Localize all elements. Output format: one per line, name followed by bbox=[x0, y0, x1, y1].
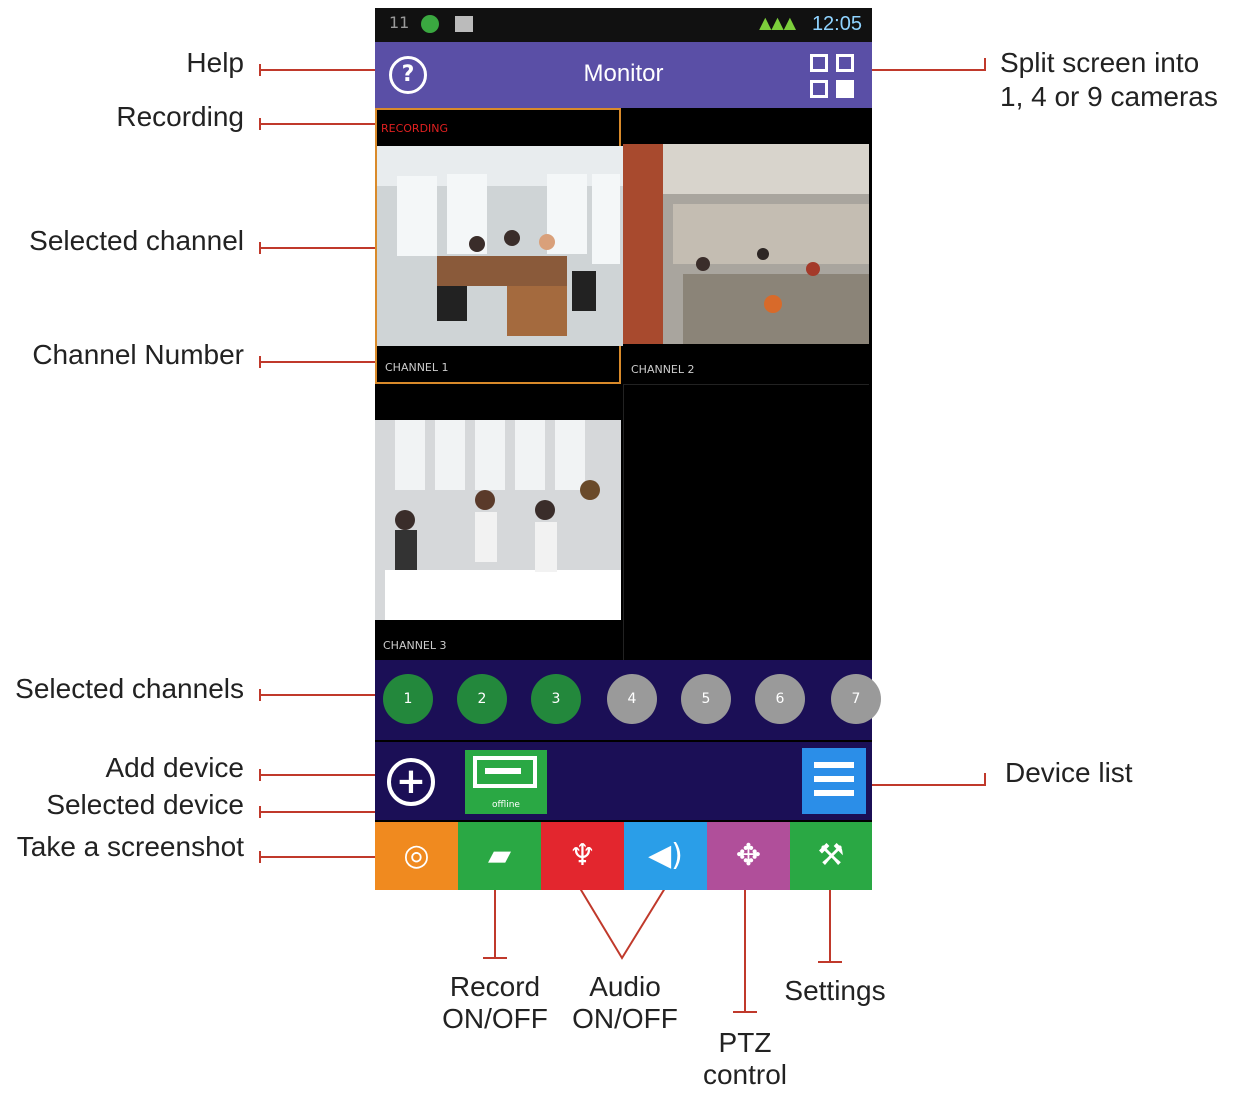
annotation-ptz-line1: PTZ bbox=[718, 1027, 772, 1058]
microphone-icon: ♆ bbox=[569, 838, 596, 873]
annotation-recording: Recording bbox=[116, 101, 244, 132]
channel-cell-2[interactable]: CHANNEL 2 bbox=[623, 108, 869, 384]
annotation-split-screen-line2: 1, 4 or 9 cameras bbox=[1000, 81, 1218, 112]
status-image-icon bbox=[455, 16, 473, 32]
annotation-selected-channels: Selected channels bbox=[15, 673, 244, 704]
device-list-button[interactable] bbox=[802, 748, 866, 814]
speaker-icon: ◀) bbox=[648, 838, 683, 873]
annotation-record-line1: Record bbox=[449, 971, 541, 1002]
microphone-toggle-button[interactable]: ♆ bbox=[541, 822, 624, 890]
cctv-icon: ▰ bbox=[487, 838, 512, 873]
annotation-split-screen-line1: Split screen into bbox=[1000, 47, 1200, 78]
camera-feed-image bbox=[623, 144, 869, 344]
channel-number-label: CHANNEL 3 bbox=[383, 639, 447, 652]
annotation-record-line2: ON/OFF bbox=[442, 1003, 548, 1034]
screenshot-button[interactable]: ◎ bbox=[375, 822, 458, 890]
annotation-take-screenshot: Take a screenshot bbox=[16, 831, 244, 862]
selected-device[interactable]: offline bbox=[465, 750, 547, 814]
record-toggle-button[interactable]: ▰ bbox=[458, 822, 541, 890]
grid-icon-cell bbox=[836, 80, 854, 98]
app-bar: ? Monitor bbox=[375, 42, 872, 108]
channel-button-4[interactable]: 4 bbox=[607, 674, 657, 724]
channel-number-label: CHANNEL 1 bbox=[385, 361, 449, 374]
channel-button-7[interactable]: 7 bbox=[831, 674, 881, 724]
settings-button[interactable]: ⚒ bbox=[790, 822, 872, 890]
camera-grid: RECORDING CHANNEL 1 CHANNEL 2 CHANNEL 3 bbox=[375, 108, 872, 660]
camera-feed-image bbox=[375, 420, 621, 620]
status-app-icon bbox=[421, 15, 439, 33]
status-time: 12:05 bbox=[811, 13, 862, 35]
speaker-toggle-button[interactable]: ◀) bbox=[624, 822, 707, 890]
annotation-selected-device: Selected device bbox=[46, 789, 244, 820]
annotation-audio-line1: Audio bbox=[589, 971, 661, 1002]
list-icon-line bbox=[814, 762, 854, 768]
annotation-audio-line2: ON/OFF bbox=[572, 1003, 678, 1034]
channel-button-1[interactable]: 1 bbox=[383, 674, 433, 724]
channel-button-5[interactable]: 5 bbox=[681, 674, 731, 724]
channel-number-label: CHANNEL 2 bbox=[631, 363, 695, 376]
channel-cell-1[interactable]: RECORDING CHANNEL 1 bbox=[375, 108, 623, 384]
list-icon-line bbox=[814, 776, 854, 782]
device-status: offline bbox=[492, 800, 520, 810]
channel-button-3[interactable]: 3 bbox=[531, 674, 581, 724]
channel-cell-3[interactable]: CHANNEL 3 bbox=[375, 384, 621, 660]
ptz-control-button[interactable]: ✥ bbox=[707, 822, 790, 890]
toolbox-icon: ⚒ bbox=[817, 838, 845, 873]
phone-screen: 11 ▲▲▲ 12:05 ? Monitor RECORDING CHANNEL… bbox=[375, 8, 881, 890]
device-bar: + offline bbox=[375, 742, 872, 820]
annotation-channel-number: Channel Number bbox=[32, 339, 244, 370]
status-bar: 11 ▲▲▲ 12:05 bbox=[375, 8, 872, 42]
annotation-ptz-line2: control bbox=[702, 1059, 788, 1090]
grid-icon-cell bbox=[836, 54, 854, 72]
split-screen-button[interactable] bbox=[810, 54, 856, 100]
annotation-device-list: Device list bbox=[1005, 757, 1133, 788]
list-icon-line bbox=[814, 790, 854, 796]
page-title: Monitor bbox=[583, 60, 664, 87]
camera-feed-image bbox=[377, 146, 623, 346]
add-device-button[interactable]: + bbox=[387, 758, 435, 806]
ptz-arrows-icon: ✥ bbox=[735, 838, 762, 873]
grid-icon-cell bbox=[810, 54, 828, 72]
annotation-selected-channel: Selected channel bbox=[29, 225, 244, 256]
grid-icon-cell bbox=[810, 80, 828, 98]
channel-selector-bar: 1 2 3 4 5 6 7 bbox=[375, 660, 881, 740]
status-number: 11 bbox=[389, 13, 410, 32]
action-toolbar: ◎ ▰ ♆ ◀) ✥ ⚒ bbox=[375, 822, 872, 890]
channel-cell-empty[interactable] bbox=[623, 384, 869, 660]
annotation-add-device: Add device bbox=[105, 752, 244, 783]
signal-icon: ▲▲▲ bbox=[759, 13, 796, 32]
recording-indicator: RECORDING bbox=[381, 122, 449, 135]
channel-button-2[interactable]: 2 bbox=[457, 674, 507, 724]
dvr-icon-slot bbox=[485, 768, 521, 774]
annotation-help: Help bbox=[186, 47, 244, 78]
camera-icon: ◎ bbox=[403, 838, 430, 873]
annotation-settings: Settings bbox=[784, 975, 886, 1006]
channel-button-6[interactable]: 6 bbox=[755, 674, 805, 724]
